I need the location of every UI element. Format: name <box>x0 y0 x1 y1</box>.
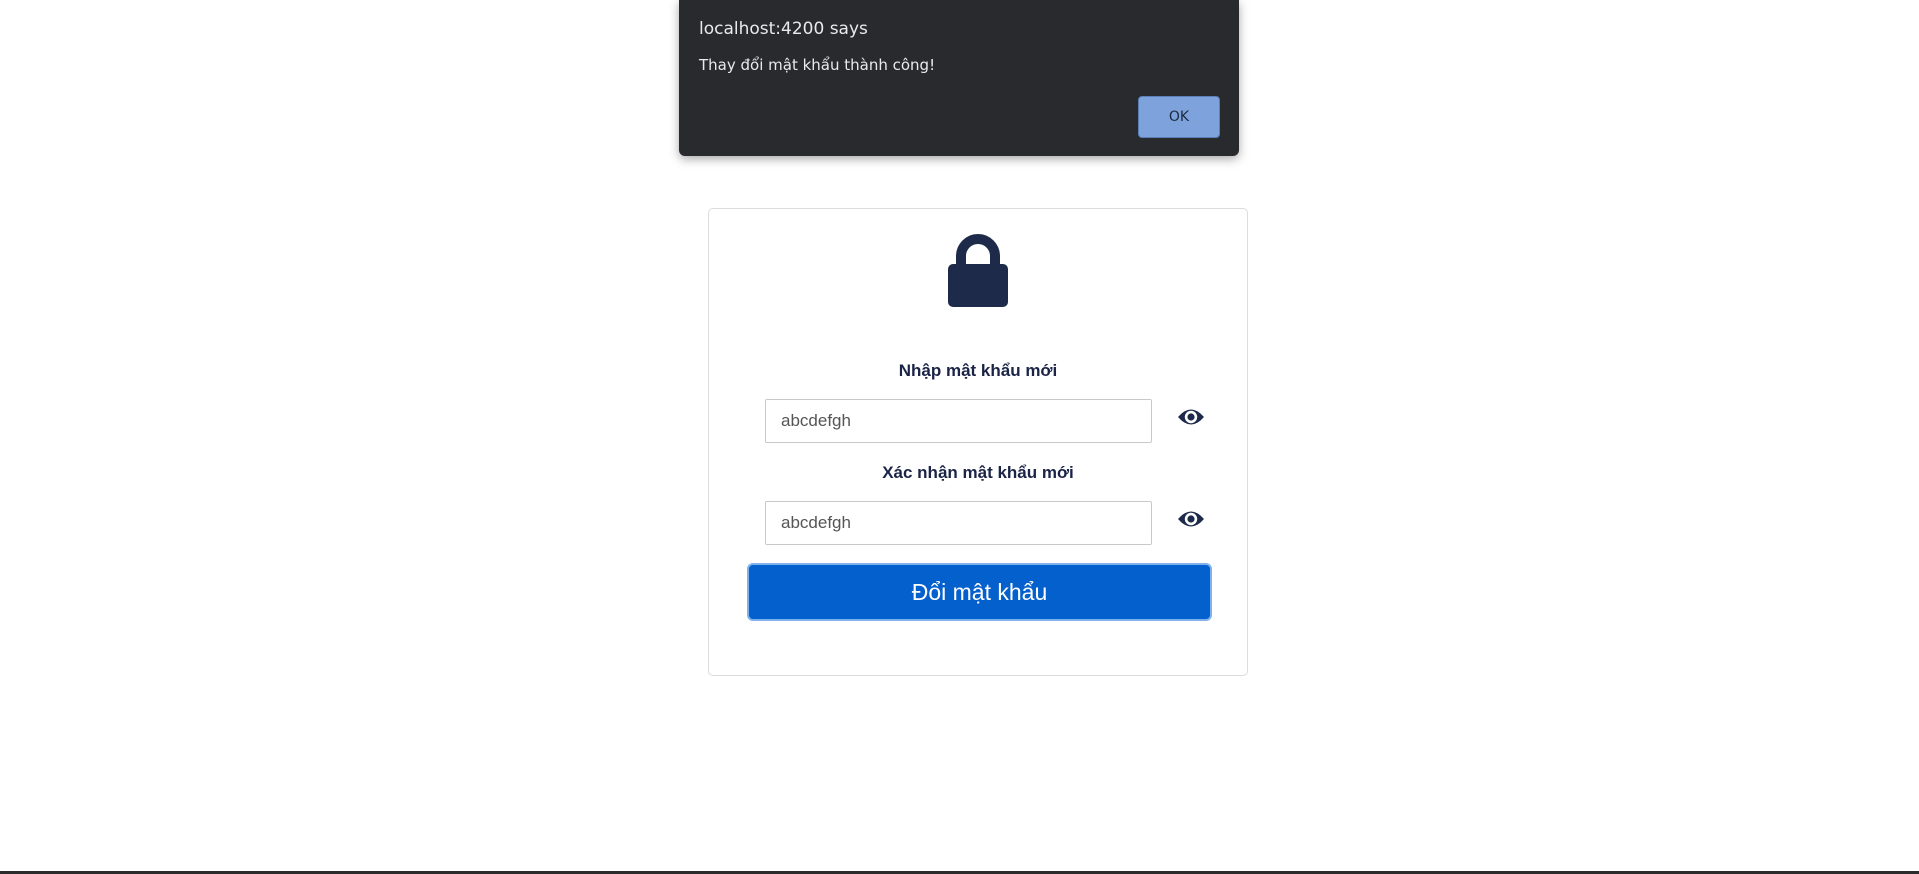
new-password-label: Nhập mật khẩu mới <box>898 361 1058 380</box>
alert-message: Thay đổi mật khẩu thành công! <box>699 56 936 74</box>
new-password-input[interactable] <box>765 399 1152 443</box>
confirm-password-label: Xác nhận mật khẩu mới <box>882 463 1074 482</box>
toggle-confirm-password-visibility[interactable] <box>1176 507 1206 531</box>
alert-title: localhost:4200 says <box>699 19 868 39</box>
change-password-card: Nhập mật khẩu mới Xác nhận mật khẩu mới … <box>708 208 1248 676</box>
confirm-password-input[interactable] <box>765 501 1152 545</box>
lock-icon <box>948 234 1008 307</box>
toggle-new-password-visibility[interactable] <box>1176 405 1206 429</box>
alert-dialog: localhost:4200 says Thay đổi mật khẩu th… <box>679 0 1239 156</box>
change-password-button[interactable]: Đổi mật khẩu <box>747 563 1212 621</box>
alert-ok-button[interactable]: OK <box>1138 96 1220 138</box>
eye-icon <box>1178 409 1204 425</box>
eye-icon <box>1178 511 1204 527</box>
